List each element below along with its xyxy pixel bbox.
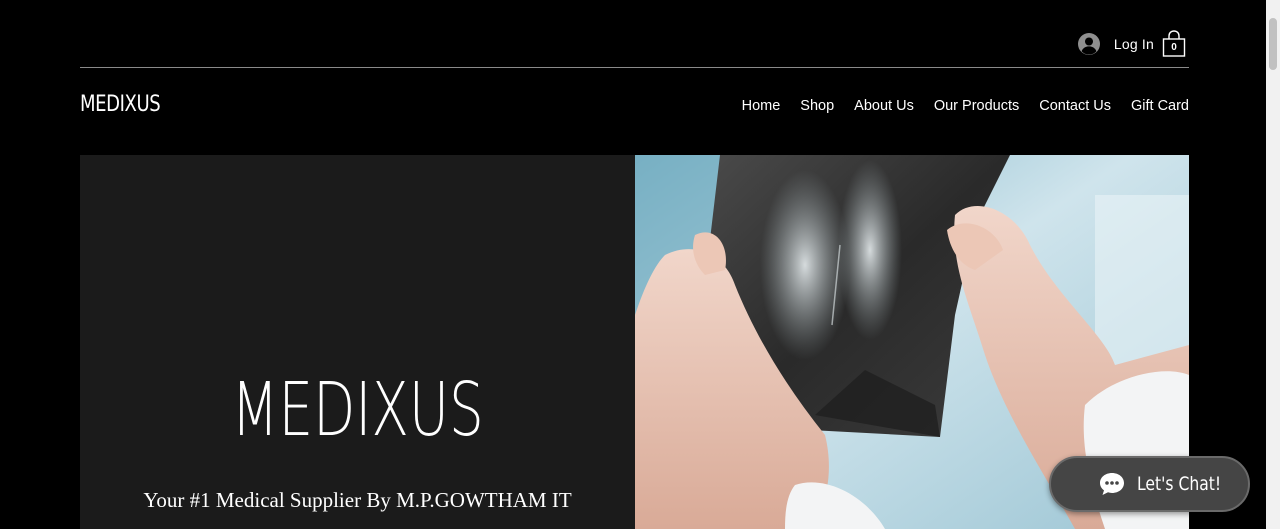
page-scrollbar[interactable] <box>1266 0 1280 529</box>
main-nav: Home Shop About Us Our Products Contact … <box>742 98 1189 114</box>
hero-text-panel: MEDIXUS Your #1 Medical Supplier By M.P.… <box>80 155 635 529</box>
site-logo[interactable]: MEDIXUS <box>80 92 161 117</box>
nav-item-contact-us[interactable]: Contact Us <box>1039 98 1111 114</box>
login-label: Log In <box>1113 36 1154 52</box>
login-button[interactable]: Log In <box>1077 33 1154 55</box>
nav-item-our-products[interactable]: Our Products <box>934 98 1019 114</box>
cart-button[interactable]: 0 <box>1162 29 1188 59</box>
scrollbar-thumb[interactable] <box>1269 18 1277 70</box>
nav-item-gift-card[interactable]: Gift Card <box>1131 98 1189 114</box>
user-avatar-icon <box>1077 33 1100 55</box>
chat-bubble-icon <box>1100 473 1124 495</box>
hero-title: MEDIXUS <box>231 367 484 453</box>
header-divider <box>80 67 1189 68</box>
nav-item-home[interactable]: Home <box>742 98 781 114</box>
top-utility-bar: Log In 0 <box>1077 28 1188 60</box>
nav-item-about-us[interactable]: About Us <box>854 98 914 114</box>
cart-count: 0 <box>1171 42 1177 53</box>
nav-item-shop[interactable]: Shop <box>800 98 834 114</box>
hero-subtitle: Your #1 Medical Supplier By M.P.GOWTHAM … <box>143 488 572 512</box>
chat-label: Let's Chat! <box>1137 473 1222 495</box>
chat-button[interactable]: Let's Chat! <box>1049 456 1250 512</box>
